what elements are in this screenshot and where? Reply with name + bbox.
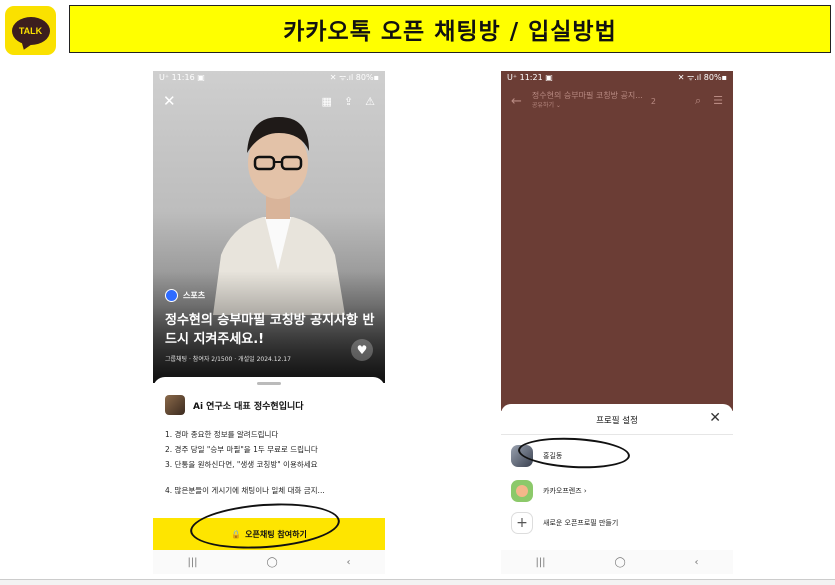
- report-icon[interactable]: ⚠: [365, 95, 375, 108]
- share-icon[interactable]: ⇪: [344, 95, 353, 108]
- status-icons: ✕ ᯤ.ıl 80%▪: [329, 73, 379, 82]
- close-icon[interactable]: ✕: [709, 410, 721, 426]
- home-button[interactable]: ◯: [266, 557, 277, 568]
- host-avatar: [165, 395, 185, 415]
- talk-bubble-icon: TALK: [11, 16, 50, 45]
- notice-line: 1. 경마 종요한 정보를 알려드립니다: [165, 430, 279, 439]
- room-meta: 그룹채팅 · 참여자 2/1500 · 개설일 2024.12.17: [165, 356, 291, 363]
- profile-settings-sheet: 프로필 설정 ✕ 홍길동 카카오프렌즈 › + 새로운 오픈프로필 만들기: [501, 404, 733, 574]
- profile-label: 카카오프렌즈 ›: [543, 487, 587, 495]
- home-button[interactable]: ◯: [614, 557, 625, 568]
- qr-code-icon[interactable]: ▦: [322, 95, 332, 108]
- recent-apps-button[interactable]: |||: [535, 557, 545, 568]
- kakaofriends-avatar: [511, 480, 533, 502]
- notice-line: 4. 많은분들이 게시기에 채팅이나 일체 대화 금지...: [165, 486, 325, 495]
- host-name: Ai 연구소 대표 정수현입니다: [193, 401, 304, 412]
- slide-title: 카카오톡 오픈 채팅방 / 입실방법: [283, 19, 617, 45]
- chat-header: ← 정수현의 승부마필 코칭방 공지... 공유하기 ⌄ 2 ⌕ ☰: [501, 88, 733, 114]
- status-time: U⁺ 11:16 ▣: [159, 73, 205, 82]
- plus-icon: +: [511, 512, 533, 534]
- category-icon: [165, 289, 178, 302]
- kakaotalk-logo: TALK: [5, 6, 56, 55]
- back-button[interactable]: ‹: [347, 557, 351, 568]
- member-count: 2: [650, 96, 656, 106]
- room-info-toolbar: ✕ ▦ ⇪ ⚠: [153, 91, 385, 111]
- android-nav-bar: ||| ◯ ‹: [153, 550, 385, 574]
- slide: TALK 카카오톡 오픈 채팅방 / 입실방법 U⁺ 11:16 ▣ ✕ ᯤ.ı…: [0, 0, 835, 585]
- back-button[interactable]: ‹: [695, 557, 699, 568]
- category-label: 스포츠: [183, 291, 206, 300]
- room-category: 스포츠: [165, 289, 205, 302]
- close-icon[interactable]: ✕: [163, 92, 176, 110]
- notice-line: 2. 경주 당일 "승부 마필"을 1두 무료로 드립니다: [165, 445, 318, 454]
- notice-line: 3. 단통을 원하신다면, "생생 코칭방" 이용하세요: [165, 460, 318, 469]
- title-banner: 카카오톡 오픈 채팅방 / 입실방법: [69, 5, 831, 53]
- new-open-profile-option[interactable]: + 새로운 오픈프로필 만들기: [511, 512, 618, 534]
- room-notice: 1. 경마 종요한 정보를 알려드립니다 2. 경주 당일 "승부 마필"을 1…: [165, 427, 377, 498]
- sheet-handle[interactable]: [257, 382, 281, 385]
- status-bar: U⁺ 11:21 ▣ ✕ ᯤ.ıl 80%▪: [501, 71, 733, 84]
- recent-apps-button[interactable]: |||: [187, 557, 197, 568]
- status-bar: U⁺ 11:16 ▣ ✕ ᯤ.ıl 80%▪: [153, 71, 385, 84]
- heart-icon[interactable]: ♥: [351, 339, 373, 361]
- host-row: Ai 연구소 대표 정수현입니다: [165, 395, 304, 415]
- divider: [501, 434, 733, 435]
- android-nav-bar: ||| ◯ ‹: [501, 550, 733, 574]
- search-icon[interactable]: ⌕: [695, 94, 701, 108]
- room-title: 정수현의 승부마필 코칭방 공지사항 반드시 지켜주세요.!: [165, 313, 375, 347]
- profile-option-kakaofriends[interactable]: 카카오프렌즈 ›: [511, 480, 587, 502]
- status-icons: ✕ ᯤ.ıl 80%▪: [677, 73, 727, 82]
- status-time: U⁺ 11:21 ▣: [507, 73, 553, 82]
- phone-screenshot-profile-select: U⁺ 11:21 ▣ ✕ ᯤ.ıl 80%▪ ← 정수현의 승부마필 코칭방 공…: [501, 71, 733, 574]
- modal-title: 프로필 설정: [596, 416, 638, 426]
- chat-title: 정수현의 승부마필 코칭방 공지...: [531, 91, 643, 100]
- window-bottom-edge: [0, 579, 835, 585]
- profile-label: 새로운 오픈프로필 만들기: [543, 519, 619, 527]
- logo-text: TALK: [18, 25, 43, 36]
- back-arrow-icon[interactable]: ←: [511, 94, 522, 109]
- menu-icon[interactable]: ☰: [713, 94, 723, 108]
- chat-subtitle[interactable]: 공유하기 ⌄: [532, 101, 643, 111]
- chat-room-background: [501, 71, 733, 411]
- phone-screenshot-room-info: U⁺ 11:16 ▣ ✕ ᯤ.ıl 80%▪ ✕ ▦ ⇪ ⚠ 스포츠 정수현의 …: [153, 71, 385, 574]
